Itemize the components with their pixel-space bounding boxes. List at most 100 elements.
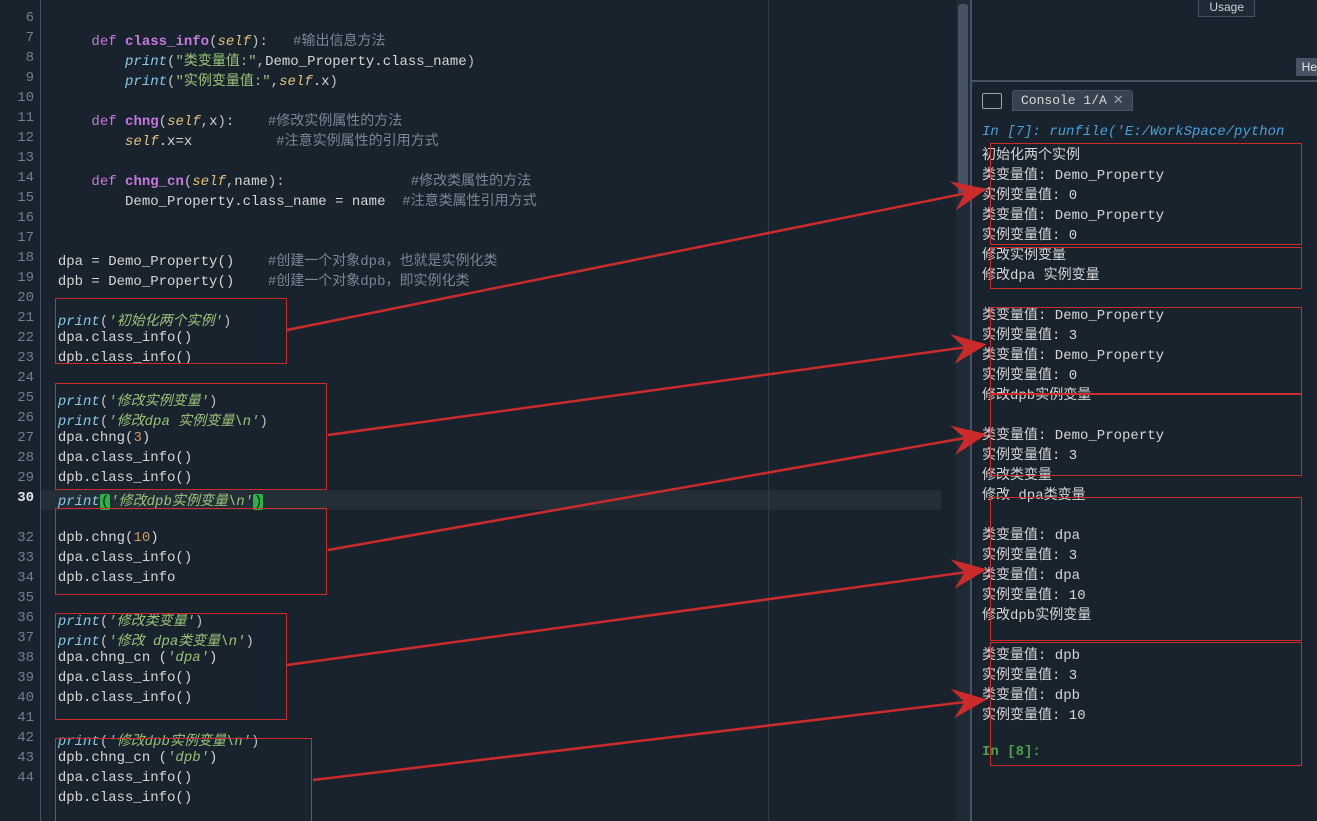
line-number: 26 bbox=[0, 410, 34, 426]
console-output-line: 修改实例变量 bbox=[982, 244, 1066, 264]
console-options-icon[interactable] bbox=[982, 93, 1002, 109]
editor-scrollbar[interactable] bbox=[956, 0, 970, 821]
code-line[interactable]: dpb.class_info bbox=[41, 570, 941, 586]
console-output-line: 类变量值: Demo_Property bbox=[982, 304, 1164, 324]
code-line[interactable]: dpa = Demo_Property() #创建一个对象dpa，也就是实例化类 bbox=[41, 250, 941, 270]
line-number: 39 bbox=[0, 670, 34, 686]
console-output-line: 类变量值: Demo_Property bbox=[982, 204, 1164, 224]
console-tabbar: Console 1/A ✕ bbox=[982, 90, 1133, 111]
code-line[interactable]: def class_info(self): #输出信息方法 bbox=[41, 30, 941, 50]
console-tab-label: Console 1/A bbox=[1021, 93, 1107, 108]
console-output-line: 类变量值: Demo_Property bbox=[982, 164, 1164, 184]
code-line[interactable]: dpb.class_info() bbox=[41, 690, 941, 706]
code-line[interactable]: print('修改实例变量') bbox=[41, 390, 941, 410]
line-number: 19 bbox=[0, 270, 34, 286]
console-output-line: 实例变量值: 3 bbox=[982, 324, 1077, 344]
code-line[interactable] bbox=[41, 290, 941, 306]
usage-tab[interactable]: Usage bbox=[1198, 0, 1255, 17]
console-output-line: 实例变量值: 10 bbox=[982, 584, 1086, 604]
code-line[interactable]: print('初始化两个实例') bbox=[41, 310, 941, 330]
line-number: 29 bbox=[0, 470, 34, 486]
line-number: 14 bbox=[0, 170, 34, 186]
line-number: 10 bbox=[0, 90, 34, 106]
line-number: 36 bbox=[0, 610, 34, 626]
line-number: 8 bbox=[0, 50, 34, 66]
line-number-gutter: 6789101112131415161718192021222324252627… bbox=[0, 0, 41, 821]
code-line[interactable]: def chng(self,x): #修改实例属性的方法 bbox=[41, 110, 941, 130]
line-number: 24 bbox=[0, 370, 34, 386]
code-line[interactable]: print('修改dpa 实例变量\n') bbox=[41, 410, 941, 430]
line-number: 41 bbox=[0, 710, 34, 726]
line-number: 13 bbox=[0, 150, 34, 166]
code-line[interactable]: self.x=x #注意实例属性的引用方式 bbox=[41, 130, 941, 150]
console-output-line: 修改dpa 实例变量 bbox=[982, 264, 1100, 284]
right-side-panel: Usage He Console 1/A ✕ In [7]: runfile('… bbox=[972, 0, 1317, 821]
code-line[interactable] bbox=[41, 90, 941, 106]
code-line[interactable]: print('修改dpb实例变量\n') bbox=[41, 490, 941, 510]
line-number: 23 bbox=[0, 350, 34, 366]
console-output-line: 实例变量值: 3 bbox=[982, 664, 1077, 684]
code-line[interactable]: dpb.class_info() bbox=[41, 470, 941, 486]
console-output-line: 修改dpb实例变量 bbox=[982, 604, 1091, 624]
line-number: 28 bbox=[0, 450, 34, 466]
code-line[interactable]: dpa.chng_cn ('dpa') bbox=[41, 650, 941, 666]
line-number: 37 bbox=[0, 630, 34, 646]
code-line[interactable]: dpa.class_info() bbox=[41, 550, 941, 566]
console-output-line: 类变量值: dpa bbox=[982, 564, 1080, 584]
console-output-line: 实例变量值: 10 bbox=[982, 704, 1086, 724]
code-line[interactable]: dpb.class_info() bbox=[41, 790, 941, 806]
close-icon[interactable]: ✕ bbox=[1113, 93, 1124, 108]
line-number: 44 bbox=[0, 770, 34, 786]
console-output-line: 类变量值: dpb bbox=[982, 644, 1080, 664]
line-number: 43 bbox=[0, 750, 34, 766]
help-tab[interactable]: He bbox=[1296, 58, 1317, 76]
console-input-prompt[interactable]: In [8]: bbox=[982, 744, 1041, 760]
code-line[interactable]: dpb.chng_cn ('dpb') bbox=[41, 750, 941, 766]
code-line[interactable]: dpa.class_info() bbox=[41, 670, 941, 686]
code-line[interactable]: dpb = Demo_Property() #创建一个对象dpb，即实例化类 bbox=[41, 270, 941, 290]
line-number: 40 bbox=[0, 690, 34, 706]
editor-ruler bbox=[768, 0, 769, 821]
console-output-line: 实例变量值: 0 bbox=[982, 184, 1077, 204]
line-number: 35 bbox=[0, 590, 34, 606]
code-line[interactable] bbox=[41, 10, 941, 26]
line-number: 16 bbox=[0, 210, 34, 226]
code-line[interactable]: def chng_cn(self,name): #修改类属性的方法 bbox=[41, 170, 941, 190]
code-line[interactable]: print('修改类变量') bbox=[41, 610, 941, 630]
console-output-line: 初始化两个实例 bbox=[982, 144, 1080, 164]
code-line[interactable]: Demo_Property.class_name = name #注意类属性引用… bbox=[41, 190, 941, 210]
line-number: 12 bbox=[0, 130, 34, 146]
line-number: 42 bbox=[0, 730, 34, 746]
console-output-line: 类变量值: Demo_Property bbox=[982, 344, 1164, 364]
code-line[interactable]: dpa.class_info() bbox=[41, 770, 941, 786]
console-output[interactable]: In [7]: runfile('E:/WorkSpace/python初始化两… bbox=[982, 120, 1313, 820]
code-line[interactable] bbox=[41, 150, 941, 166]
line-number: 34 bbox=[0, 570, 34, 586]
code-line[interactable]: print('修改 dpa类变量\n') bbox=[41, 630, 941, 650]
console-output-line: 实例变量值: 3 bbox=[982, 544, 1077, 564]
console-output-line: 类变量值: dpb bbox=[982, 684, 1080, 704]
code-line[interactable]: print("类变量值:",Demo_Property.class_name) bbox=[41, 50, 941, 70]
code-line[interactable]: dpa.class_info() bbox=[41, 330, 941, 346]
code-line[interactable]: dpb.chng(10) bbox=[41, 530, 941, 546]
code-line[interactable]: dpa.class_info() bbox=[41, 450, 941, 466]
code-area[interactable]: def class_info(self): #输出信息方法 print("类变量… bbox=[41, 0, 941, 821]
code-line[interactable] bbox=[41, 230, 941, 246]
console-output-line: 实例变量值: 3 bbox=[982, 444, 1077, 464]
code-line[interactable] bbox=[41, 590, 941, 606]
editor-scrollbar-thumb[interactable] bbox=[958, 4, 968, 194]
line-number: 11 bbox=[0, 110, 34, 126]
code-line[interactable]: print('修改dpb实例变量\n') bbox=[41, 730, 941, 750]
code-line[interactable]: dpb.class_info() bbox=[41, 350, 941, 366]
code-line[interactable]: dpa.chng(3) bbox=[41, 430, 941, 446]
code-line[interactable] bbox=[41, 210, 941, 226]
line-number: 18 bbox=[0, 250, 34, 266]
code-line[interactable]: print("实例变量值:",self.x) bbox=[41, 70, 941, 90]
console-output-line: 修改 dpa类变量 bbox=[982, 484, 1086, 504]
code-editor-panel: 6789101112131415161718192021222324252627… bbox=[0, 0, 972, 821]
code-line[interactable] bbox=[41, 370, 941, 386]
console-tab[interactable]: Console 1/A ✕ bbox=[1012, 90, 1133, 111]
code-line[interactable] bbox=[41, 710, 941, 726]
line-number: 32 bbox=[0, 530, 34, 546]
line-number: 38 bbox=[0, 650, 34, 666]
